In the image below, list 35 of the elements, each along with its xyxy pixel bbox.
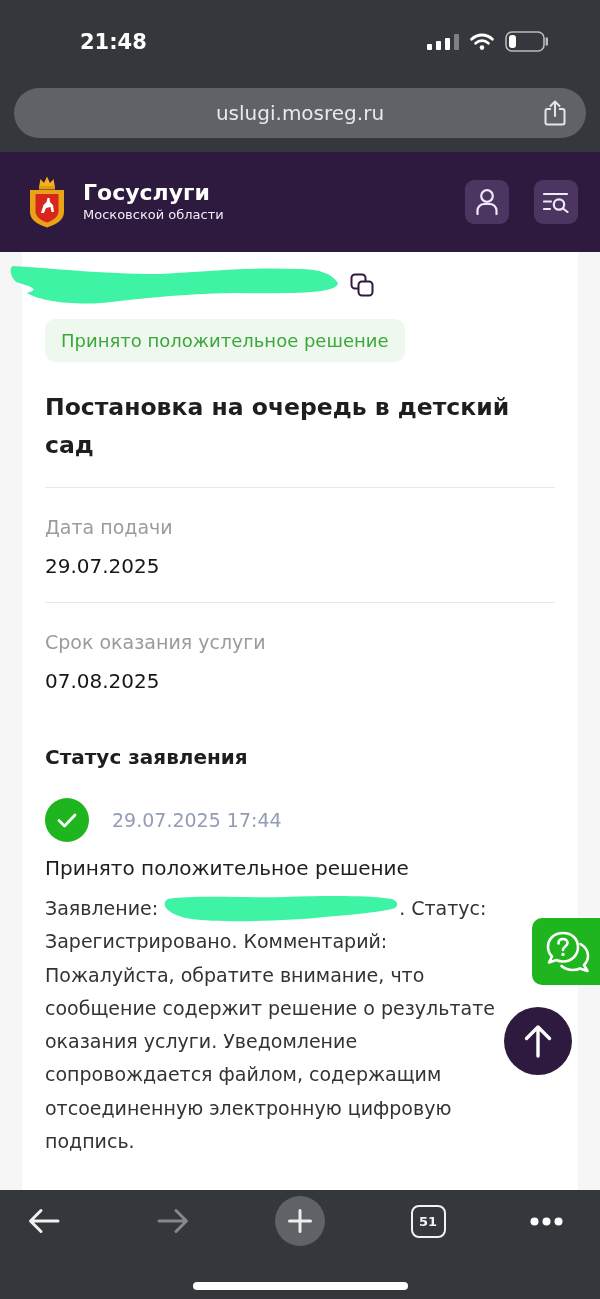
site-title: Госуслуги xyxy=(83,179,211,206)
arrow-right-icon xyxy=(157,1208,189,1234)
more-button[interactable] xyxy=(529,1216,563,1226)
help-chat-button[interactable] xyxy=(532,918,600,985)
message-text: Заявление: . Статус: Зарегистрировано. Комментарий: Пожалуйста, обратите внимание, что сообщение содержит решение о результате оказания услуги. Уведомление сопровождается файлом, содержащим отсоединенную электронную цифровую подпись. xyxy=(45,896,496,1155)
share-icon[interactable] xyxy=(544,100,566,126)
plus-icon xyxy=(288,1209,312,1233)
section-heading: Статус заявления xyxy=(45,744,248,771)
new-tab-button[interactable] xyxy=(275,1196,325,1246)
battery-icon xyxy=(505,31,549,52)
profile-button[interactable] xyxy=(465,180,509,224)
signal-icon xyxy=(427,33,459,50)
site-subtitle: Московской области xyxy=(83,205,224,223)
status-badge: Принято положительное решение xyxy=(45,319,405,362)
wifi-icon xyxy=(470,33,494,50)
more-icon xyxy=(529,1216,563,1226)
catalog-search-button[interactable] xyxy=(534,180,578,224)
person-icon xyxy=(476,189,498,215)
arrow-left-icon xyxy=(28,1208,60,1234)
field-value: 29.07.2025 xyxy=(45,553,160,580)
status-title: Принято положительное решение xyxy=(45,855,409,882)
field-label: Срок оказания услуги xyxy=(45,630,266,655)
arrow-up-icon xyxy=(524,1024,552,1058)
service-title: Постановка на очередь в детский сад xyxy=(45,392,511,461)
tabs-button[interactable]: 51 xyxy=(410,1204,446,1238)
clock-time: 21:48 xyxy=(80,28,147,55)
chat-question-icon xyxy=(545,929,591,974)
address-field[interactable]: uslugi.mosreg.ru xyxy=(14,88,586,138)
copy-icon[interactable] xyxy=(350,272,374,297)
status-datetime: 29.07.2025 17:44 xyxy=(112,809,282,831)
field-value: 07.08.2025 xyxy=(45,668,160,695)
coat-of-arms-icon xyxy=(28,176,66,228)
field-label: Дата подачи xyxy=(45,515,173,540)
list-search-icon xyxy=(543,191,569,213)
back-button[interactable] xyxy=(28,1208,60,1234)
